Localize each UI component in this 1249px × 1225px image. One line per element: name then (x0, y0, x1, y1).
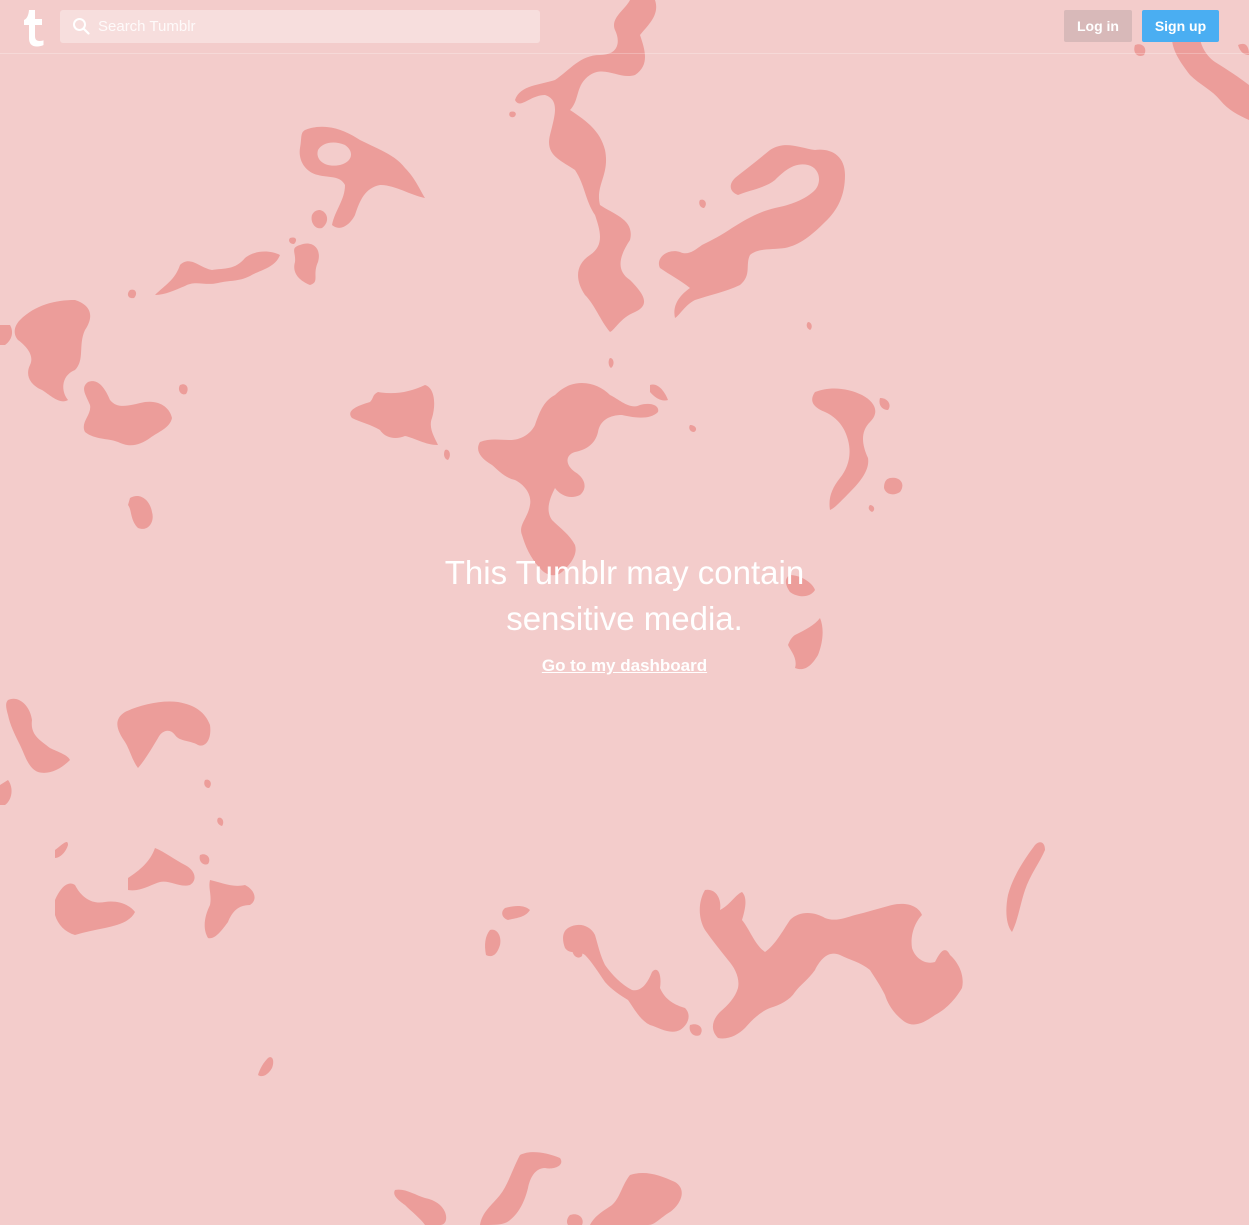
blob (699, 889, 963, 1039)
blob (394, 1189, 447, 1225)
search-input[interactable] (98, 10, 528, 43)
blob (14, 300, 91, 402)
search-bar[interactable] (60, 10, 540, 43)
blob (884, 477, 903, 495)
blob (199, 854, 210, 865)
blob (812, 388, 876, 510)
blob (294, 243, 319, 285)
blob (128, 848, 195, 891)
signup-button[interactable]: Sign up (1142, 10, 1219, 42)
blob (868, 505, 875, 512)
blob (0, 325, 13, 345)
blob (563, 924, 689, 1032)
blob (650, 384, 668, 401)
blob (566, 1214, 583, 1225)
blob (1006, 842, 1045, 932)
blob (478, 383, 659, 576)
blob (689, 425, 697, 432)
blob (128, 495, 153, 529)
blob (879, 398, 890, 410)
blob (127, 289, 137, 299)
login-button[interactable]: Log in (1064, 10, 1132, 42)
blob (217, 817, 224, 826)
blob (6, 698, 70, 773)
sensitive-media-notice: This Tumblr may contain sensitive media.… (0, 550, 1249, 676)
blob (509, 111, 516, 118)
blob (178, 384, 188, 395)
blob (289, 237, 297, 244)
blob (658, 145, 845, 318)
blob (502, 905, 530, 920)
blob (204, 779, 211, 788)
go-to-dashboard-link[interactable]: Go to my dashboard (542, 656, 707, 676)
blob (55, 883, 135, 935)
blob (55, 842, 68, 858)
blob (350, 385, 438, 445)
blob (806, 322, 812, 330)
top-navigation-bar: Log in Sign up (0, 0, 1249, 54)
blob (204, 880, 255, 939)
blob (485, 929, 501, 957)
blob (699, 199, 706, 208)
blob (311, 210, 328, 229)
blob (689, 1024, 702, 1036)
blob (608, 358, 614, 368)
blob (0, 780, 12, 805)
tumblr-t-logo-icon[interactable] (20, 9, 46, 47)
blob (155, 251, 280, 295)
blob (83, 381, 172, 446)
blob (444, 449, 450, 460)
blob (117, 701, 211, 768)
blob (590, 1172, 682, 1225)
blob (258, 1057, 274, 1077)
notice-title: This Tumblr may contain sensitive media. (444, 554, 805, 637)
search-icon (73, 18, 90, 35)
blob (480, 1152, 562, 1225)
